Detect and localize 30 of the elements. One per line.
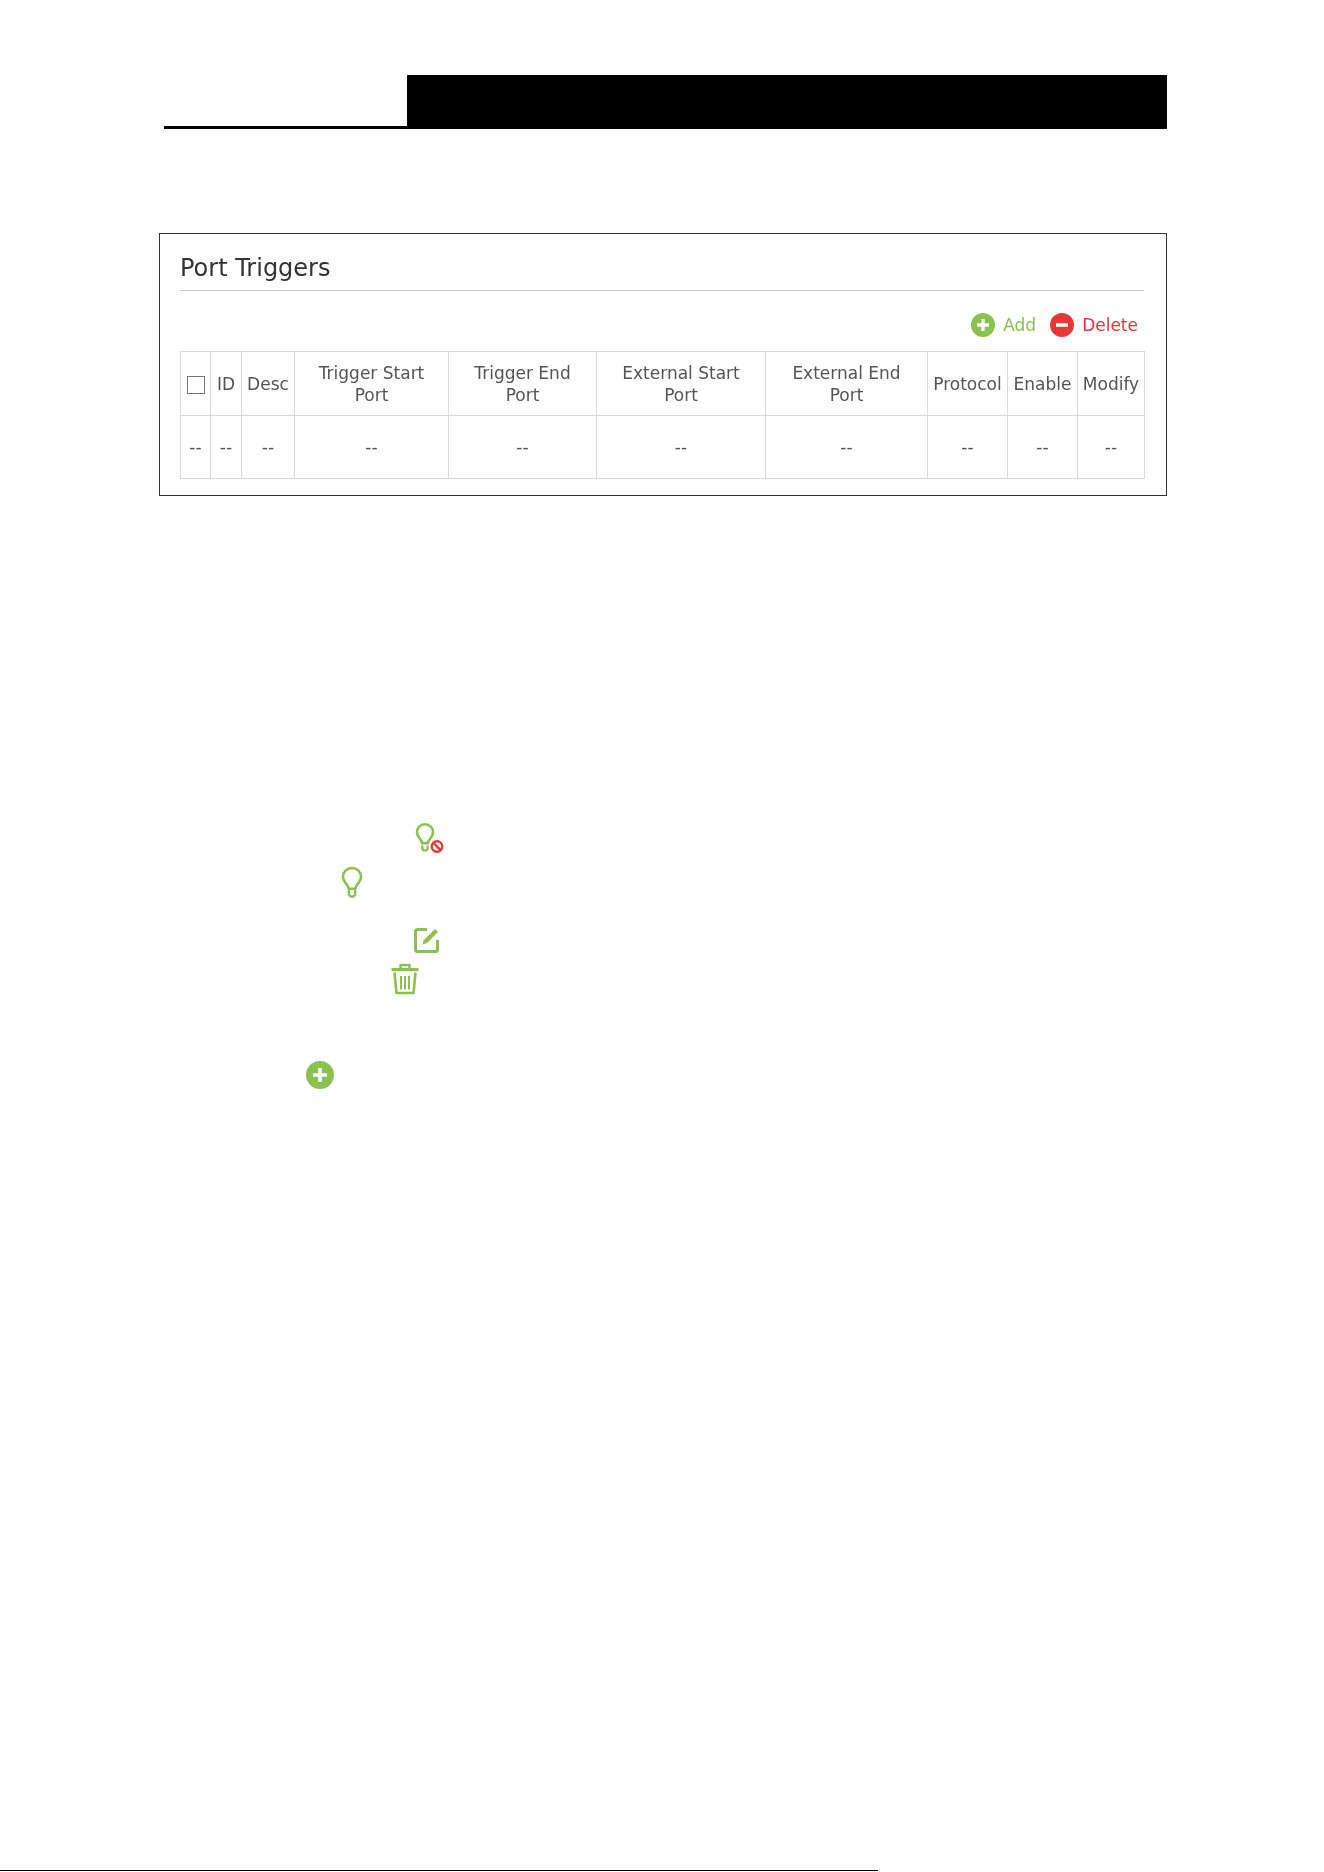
table-cell: -- (210, 415, 242, 479)
table-cell: -- (596, 415, 766, 479)
table-cell: -- (1077, 415, 1145, 479)
table-cell: -- (180, 415, 211, 479)
column-header: Desc (241, 351, 295, 416)
table-cell: -- (241, 415, 295, 479)
column-header: External End Port (765, 351, 928, 416)
select-all-checkbox[interactable] (186, 375, 205, 394)
plus-circle-icon (306, 1061, 334, 1089)
column-header: Protocol (927, 351, 1008, 416)
column-header: External Start Port (596, 351, 766, 416)
table-cell: -- (294, 415, 449, 479)
panel-title: Port Triggers (180, 253, 1144, 291)
edit-icon (412, 926, 441, 955)
lightbulb-icon (340, 866, 364, 899)
trash-icon (390, 963, 420, 995)
lightbulb-prohibited-icon (414, 822, 444, 854)
column-header: Trigger Start Port (294, 351, 449, 416)
add-button[interactable]: Add (971, 313, 1037, 337)
minus-circle-icon (1050, 313, 1075, 337)
column-header: Enable (1007, 351, 1078, 416)
table-cell: -- (927, 415, 1008, 479)
column-header: ID (210, 351, 242, 416)
table-cell: -- (1007, 415, 1078, 479)
column-header: Trigger End Port (448, 351, 597, 416)
table-cell: -- (448, 415, 597, 479)
column-header: Modify (1077, 351, 1145, 416)
table-cell: -- (765, 415, 928, 479)
delete-button[interactable]: Delete (1050, 313, 1138, 337)
plus-circle-icon (971, 313, 996, 337)
